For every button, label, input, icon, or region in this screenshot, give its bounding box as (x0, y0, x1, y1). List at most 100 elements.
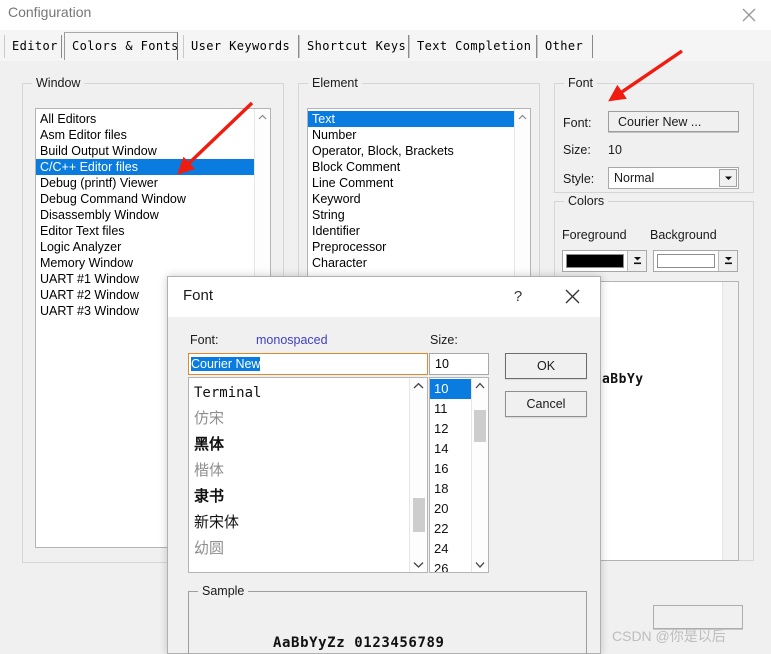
list-item[interactable]: Block Comment (308, 159, 514, 175)
list-item[interactable]: Debug (printf) Viewer (36, 175, 254, 191)
list-item[interactable]: Asm Editor files (36, 127, 254, 143)
color-dropdown-icon[interactable] (627, 251, 646, 271)
preview-scrollbar[interactable] (722, 282, 738, 560)
font-name-input-value: Courier New (191, 357, 261, 371)
font-dialog: Font ? Font: monospaced Courier New Term… (167, 276, 601, 654)
tab-shortcut-keys[interactable]: Shortcut Keys (299, 35, 409, 58)
style-combobox[interactable]: Normal (608, 167, 739, 189)
list-item[interactable]: String (308, 207, 514, 223)
foreground-color-swatch[interactable] (566, 254, 624, 268)
foreground-color-picker[interactable] (562, 250, 647, 272)
font-name-input[interactable]: Courier New (188, 353, 428, 375)
chevron-up-icon[interactable] (515, 109, 530, 124)
chevron-up-icon[interactable] (410, 378, 427, 393)
list-item[interactable]: 12 (430, 419, 472, 439)
font-size-listbox[interactable]: 10 11 12 14 16 18 20 22 24 26 (429, 377, 489, 573)
font-dialog-body: Font: monospaced Courier New Terminal 仿宋… (168, 317, 600, 654)
close-icon[interactable] (550, 277, 594, 315)
chevron-down-icon[interactable] (719, 169, 737, 187)
csdn-watermark: CSDN @你是以后 (612, 628, 726, 644)
help-icon[interactable]: ? (498, 277, 538, 315)
list-item[interactable]: Line Comment (308, 175, 514, 191)
font-select-button[interactable]: Courier New ... (608, 111, 739, 132)
tab-text-completion[interactable]: Text Completion (409, 35, 537, 58)
dialog-font-note: monospaced (256, 333, 328, 347)
sample-group-title: Sample (198, 584, 249, 598)
font-label: Font: (563, 116, 592, 130)
tab-other[interactable]: Other (537, 35, 593, 58)
list-item[interactable]: Editor Text files (36, 223, 254, 239)
font-size-scrollbar[interactable] (471, 378, 488, 572)
list-item[interactable]: Keyword (308, 191, 514, 207)
list-item-selected[interactable]: 10 (430, 379, 472, 399)
chevron-down-icon[interactable] (410, 557, 427, 572)
list-item[interactable]: 隶书 (189, 484, 410, 510)
font-dialog-title: Font (183, 287, 214, 304)
font-size-list-items: 10 11 12 14 16 18 20 22 24 26 (430, 379, 472, 572)
background-color-picker[interactable] (653, 250, 738, 272)
tab-bar: Editor Colors & Fonts User Keywords Shor… (0, 30, 771, 62)
chevron-down-icon[interactable] (472, 557, 488, 572)
list-item[interactable]: All Editors (36, 111, 254, 127)
font-family-listbox[interactable]: Terminal 仿宋 黑体 楷体 隶书 新宋体 幼圆 (188, 377, 428, 573)
list-item[interactable]: Logic Analyzer (36, 239, 254, 255)
configuration-screen: Configuration Editor Colors & Fonts User… (0, 0, 771, 654)
window-titlebar: Configuration (0, 0, 771, 31)
dialog-size-label: Size: (430, 333, 458, 347)
window-group-title: Window (32, 76, 85, 90)
list-item[interactable]: 楷体 (189, 458, 410, 484)
font-size-scroll-thumb[interactable] (474, 410, 486, 442)
ok-button[interactable]: OK (505, 353, 587, 379)
list-item[interactable]: 26 (430, 559, 472, 572)
list-item[interactable]: 18 (430, 479, 472, 499)
list-item[interactable]: Number (308, 127, 514, 143)
font-dialog-titlebar: Font ? (168, 277, 600, 317)
close-icon[interactable] (726, 0, 771, 29)
chevron-up-icon[interactable] (472, 378, 488, 393)
color-dropdown-icon[interactable] (718, 251, 737, 271)
font-size-input-value: 10 (435, 357, 449, 371)
list-item[interactable]: 24 (430, 539, 472, 559)
element-listbox-items: Text Number Operator, Block, Brackets Bl… (308, 111, 514, 271)
list-item[interactable]: 22 (430, 519, 472, 539)
background-color-swatch[interactable] (657, 254, 715, 268)
list-item[interactable]: Operator, Block, Brackets (308, 143, 514, 159)
background-label: Background (650, 228, 717, 242)
list-item[interactable]: Debug Command Window (36, 191, 254, 207)
font-family-scrollbar[interactable] (409, 378, 427, 572)
chevron-up-icon[interactable] (255, 109, 270, 124)
list-item[interactable]: 14 (430, 439, 472, 459)
list-item-selected[interactable]: C/C++ Editor files (36, 159, 254, 175)
list-item[interactable]: 11 (430, 399, 472, 419)
tab-colors-and-fonts[interactable]: Colors & Fonts (64, 32, 178, 60)
list-item[interactable]: 幼圆 (189, 536, 410, 562)
list-item[interactable]: Build Output Window (36, 143, 254, 159)
colors-group-title: Colors (564, 194, 609, 208)
window-title: Configuration (8, 4, 92, 20)
list-item[interactable]: 新宋体 (189, 510, 410, 536)
font-group-title: Font (564, 76, 598, 90)
list-item[interactable]: Disassembly Window (36, 207, 254, 223)
sample-preview-text: AaBbYyZz 0123456789 (273, 635, 445, 651)
cancel-button[interactable]: Cancel (505, 391, 587, 417)
dialog-font-label: Font: (190, 333, 219, 347)
font-family-list-items: Terminal 仿宋 黑体 楷体 隶书 新宋体 幼圆 (189, 380, 410, 562)
list-item[interactable]: 20 (430, 499, 472, 519)
element-group-title: Element (308, 76, 362, 90)
list-item[interactable]: 仿宋 (189, 406, 410, 432)
list-item[interactable]: Terminal (189, 380, 410, 406)
size-label: Size: (563, 143, 591, 157)
list-item[interactable]: 黑体 (189, 432, 410, 458)
tab-editor[interactable]: Editor (4, 35, 62, 58)
tab-user-keywords[interactable]: User Keywords (183, 35, 299, 58)
style-combobox-value: Normal (614, 171, 655, 185)
list-item[interactable]: Preprocessor (308, 239, 514, 255)
list-item[interactable]: Memory Window (36, 255, 254, 271)
list-item[interactable]: 16 (430, 459, 472, 479)
font-family-scroll-thumb[interactable] (413, 498, 425, 532)
list-item-selected[interactable]: Text (308, 111, 514, 127)
size-value: 10 (608, 143, 622, 157)
list-item[interactable]: Identifier (308, 223, 514, 239)
font-size-input[interactable]: 10 (429, 353, 489, 375)
list-item[interactable]: Character (308, 255, 514, 271)
